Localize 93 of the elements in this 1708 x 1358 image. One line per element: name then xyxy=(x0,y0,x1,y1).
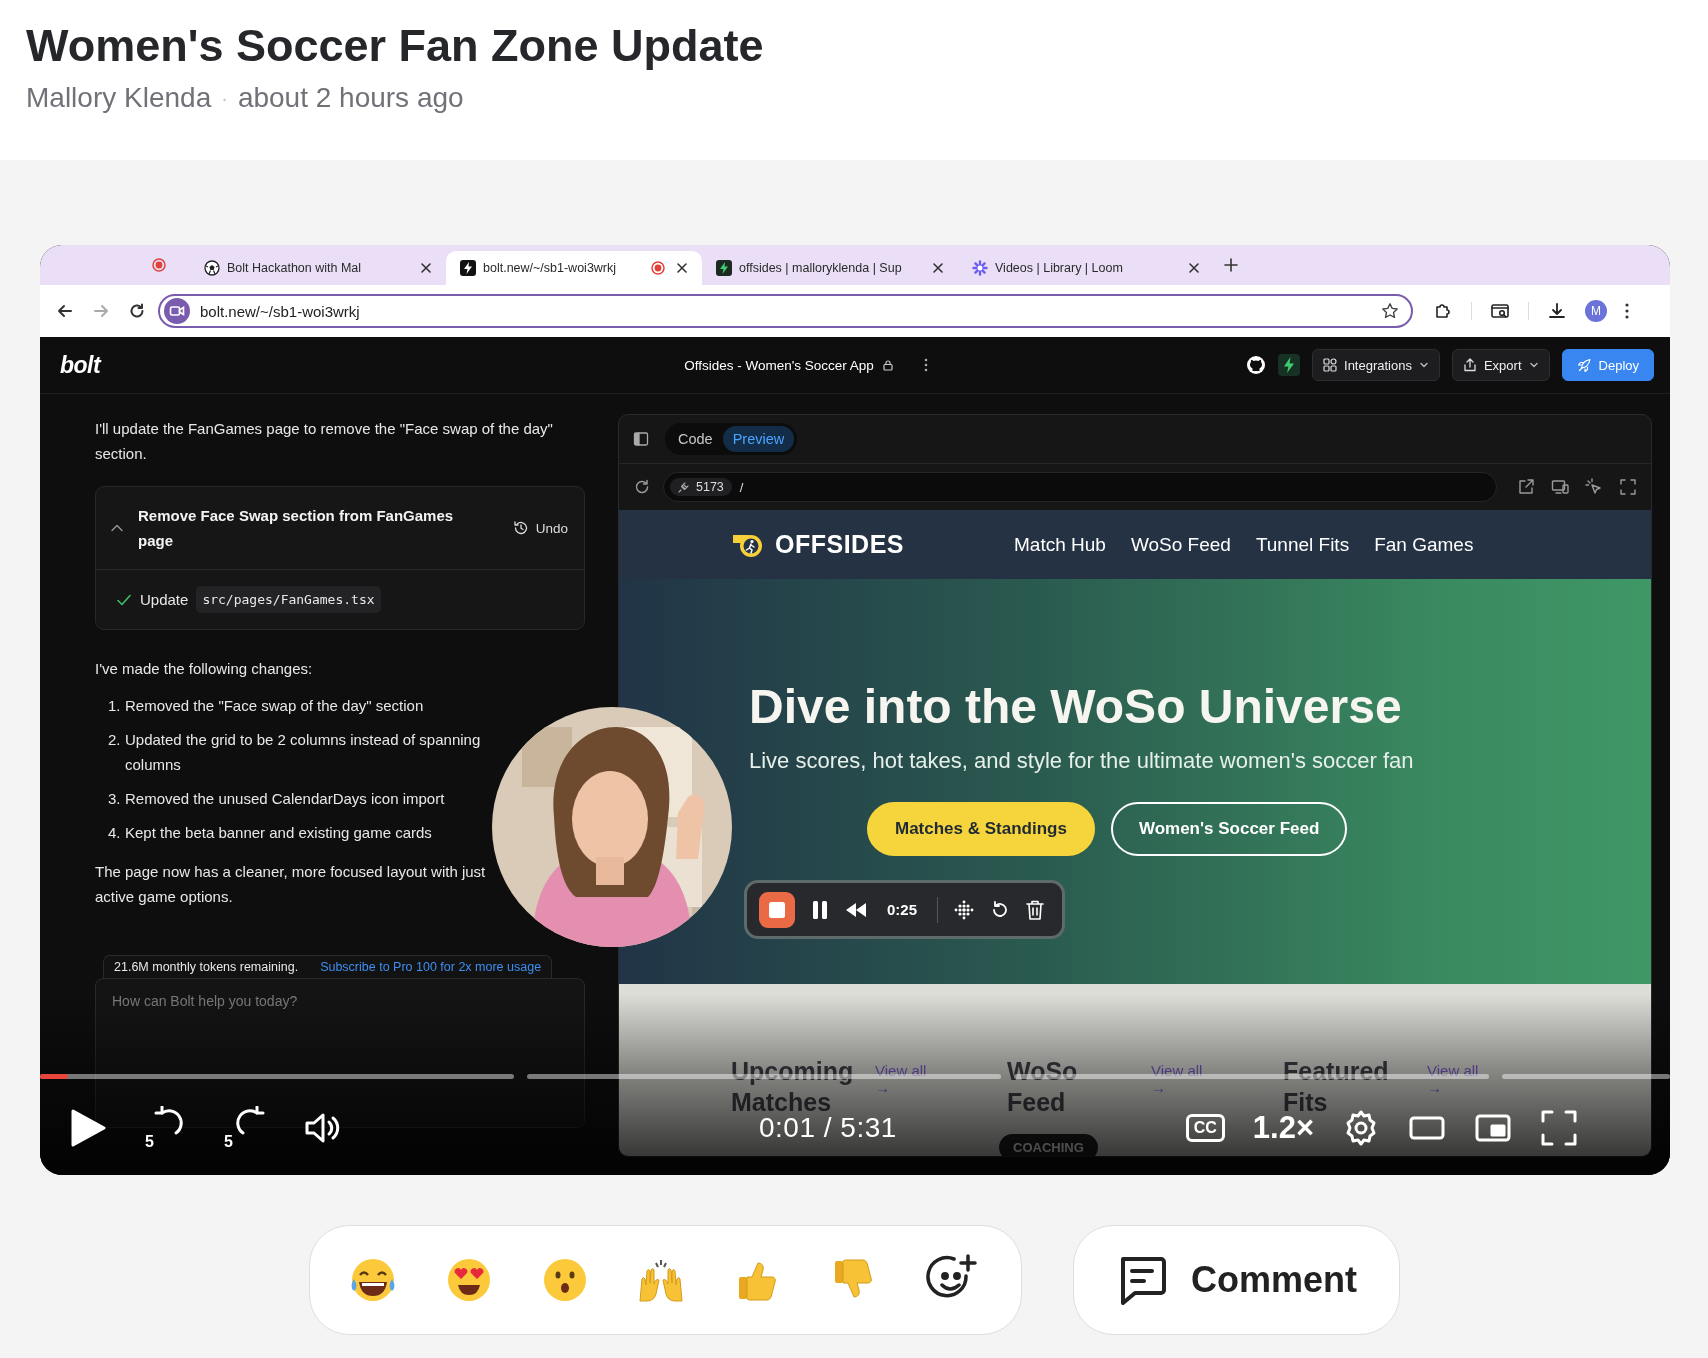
message-text: I've made the following changes: xyxy=(95,659,314,679)
chat-input-field[interactable]: How can Bolt help you today? xyxy=(95,978,585,1128)
lock-icon xyxy=(881,359,894,371)
list-number: 2. xyxy=(108,730,122,750)
cat-icon[interactable] xyxy=(1246,355,1266,375)
integrations-button[interactable]: Integrations xyxy=(1312,349,1440,381)
external-link-icon[interactable] xyxy=(1517,478,1535,496)
fullscreen-icon[interactable] xyxy=(1619,478,1637,496)
url-path: / xyxy=(739,479,744,495)
browser-tab[interactable]: Videos | Library | Loom xyxy=(958,251,1214,285)
hero-headline: Dive into the WoSo Universe xyxy=(749,679,1403,734)
deploy-button[interactable]: Deploy xyxy=(1561,349,1654,381)
view-tab[interactable]: Preview xyxy=(722,426,795,452)
address-bar[interactable]: bolt.new/~/sb1-woi3wrkj xyxy=(158,294,1413,328)
dotted-grid-icon[interactable] xyxy=(954,899,975,920)
recording-timer: 0:25 xyxy=(887,901,918,918)
category-tag: COACHING xyxy=(999,1134,1098,1156)
tab-search-icon[interactable] xyxy=(1490,301,1510,321)
list-item-text: Updated the grid to be 2 columns instead of spanning columns xyxy=(125,730,481,775)
post-time: about 2 hours ago xyxy=(237,82,464,114)
star-icon[interactable] xyxy=(1381,302,1399,320)
browser-tab[interactable]: offsides | malloryklenda | Sup xyxy=(702,251,958,285)
nav-link[interactable]: WoSo Feed xyxy=(1130,533,1231,556)
site-brand: OFFSIDES xyxy=(775,530,904,559)
list-item-text: Removed the unused CalendarDays icon import xyxy=(125,789,445,809)
browser-tab[interactable]: Bolt Hackathon with Mal xyxy=(190,251,446,285)
new-tab-icon[interactable] xyxy=(1224,258,1238,272)
export-button[interactable]: Export xyxy=(1451,349,1550,381)
browser-tab[interactable]: bolt.new/~/sb1-woi3wrkj xyxy=(446,251,702,285)
stop-icon xyxy=(769,901,785,918)
kebab-menu-icon[interactable] xyxy=(1625,303,1629,319)
back-arrow-icon[interactable] xyxy=(56,302,74,320)
profile-avatar[interactable]: M xyxy=(1585,300,1607,322)
comment-button[interactable]: Comment xyxy=(1072,1225,1400,1335)
caret-icon xyxy=(1418,360,1429,370)
hero-button[interactable]: Women's Soccer Feed xyxy=(1110,802,1348,856)
cursor-click-icon[interactable] xyxy=(1585,478,1603,496)
hero-button[interactable]: Matches & Standings xyxy=(867,802,1095,856)
nav-link[interactable]: Match Hub xyxy=(1014,533,1106,556)
step-label: Update xyxy=(140,590,189,610)
bolt-logo: bolt xyxy=(60,351,101,379)
rewind-icon[interactable] xyxy=(845,901,867,918)
puzzle-piece-icon[interactable] xyxy=(1433,301,1453,321)
devices-icon[interactable] xyxy=(1551,478,1569,496)
author-name: Mallory Klenda xyxy=(26,82,212,114)
reload-icon[interactable] xyxy=(633,478,651,496)
assistant-message: I'll update the FanGames page to remove the "Face swap of the day" section. xyxy=(95,419,554,464)
separator-dot: · xyxy=(221,86,228,110)
list-number: 4. xyxy=(108,823,122,843)
list-item-text: Kept the beta banner and existing game cards xyxy=(125,823,432,843)
section-heading: WoSo Feed xyxy=(1007,1056,1079,1118)
video-camera-icon xyxy=(164,298,190,324)
close-icon[interactable] xyxy=(932,262,944,274)
close-icon[interactable] xyxy=(1188,262,1200,274)
view-tab[interactable]: Code xyxy=(668,426,723,452)
project-title: Offsides - Women's Soccer App xyxy=(684,357,874,373)
trash-icon[interactable] xyxy=(1026,899,1045,920)
undo-button[interactable]: Undo xyxy=(512,520,568,536)
caret-icon xyxy=(1528,360,1539,370)
reload-icon[interactable] xyxy=(128,302,146,320)
nav-link[interactable]: Fan Games xyxy=(1374,533,1474,556)
sidebar-toggle-icon[interactable] xyxy=(633,431,649,447)
plug-icon xyxy=(678,481,690,493)
list-number: 1. xyxy=(108,696,122,716)
lightning-icon xyxy=(716,260,732,276)
list-item-text: Removed the "Face swap of the day" section xyxy=(125,696,424,716)
nav-link[interactable]: Tunnel Fits xyxy=(1255,533,1350,556)
list-number: 3. xyxy=(108,789,122,809)
kebab-menu-icon[interactable] xyxy=(923,358,928,372)
play-icon[interactable] xyxy=(70,1108,106,1148)
port-number: 5173 xyxy=(696,480,724,494)
share-icon xyxy=(1462,358,1477,372)
post-title: Women's Soccer Fan Zone Update xyxy=(26,19,764,73)
file-path: src/pages/FanGames.tsx xyxy=(196,586,381,613)
history-icon xyxy=(512,520,529,536)
stop-recording-button[interactable] xyxy=(759,891,795,928)
close-icon[interactable] xyxy=(420,262,432,274)
preview-url-field[interactable]: 5173 / xyxy=(663,472,1497,502)
action-title: Remove Face Swap section from FanGames page xyxy=(138,506,455,551)
lightning-icon xyxy=(460,260,476,276)
close-icon[interactable] xyxy=(676,262,688,274)
asterisk-icon xyxy=(972,260,988,276)
message-text: The page now has a cleaner, more focused layout with just active game options. xyxy=(95,862,487,907)
upgrade-link[interactable]: Subscribe to Pro 100 for 2x more usage xyxy=(320,956,542,978)
soccer-ball-icon xyxy=(204,260,220,276)
captions-button[interactable]: CC xyxy=(1185,1114,1225,1142)
download-icon[interactable] xyxy=(1547,301,1567,321)
pause-icon[interactable] xyxy=(811,899,829,920)
token-count: 21.6M monthly tokens remaining. xyxy=(114,959,299,976)
hero-subtitle: Live scores, hot takes, and style for the ultimate women's soccer fan xyxy=(749,748,1415,774)
grid-icon xyxy=(1323,358,1337,372)
lightning-icon[interactable] xyxy=(1278,354,1300,376)
rocket-icon xyxy=(1576,357,1592,373)
